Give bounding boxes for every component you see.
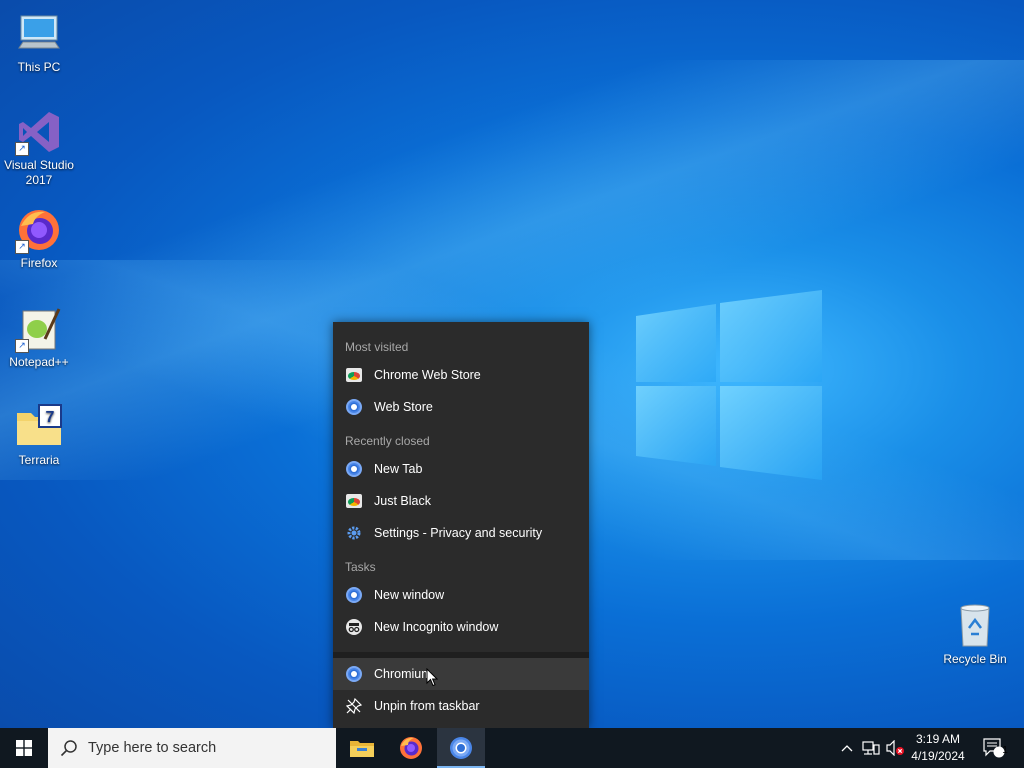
desktop-icon-label: Firefox bbox=[20, 256, 58, 270]
volume-tray-button[interactable] bbox=[884, 728, 906, 768]
network-icon bbox=[862, 741, 880, 755]
jump-list-item-settings-privacy[interactable]: Settings - Privacy and security bbox=[333, 517, 589, 549]
taskbar-clock[interactable]: 3:19 AM 4/19/2024 bbox=[904, 731, 972, 765]
clock-date: 4/19/2024 bbox=[911, 749, 965, 763]
jump-list-item-chromium[interactable]: Chromium bbox=[333, 658, 589, 690]
taskbar-chromium[interactable] bbox=[437, 728, 485, 768]
speaker-muted-icon bbox=[886, 740, 904, 756]
unpin-icon bbox=[345, 697, 363, 715]
jump-list-item-label: New Incognito window bbox=[374, 620, 499, 634]
desktop-icon-label: Notepad++ bbox=[9, 355, 69, 369]
firefox-icon: ↗ bbox=[15, 206, 63, 254]
search-box[interactable]: Type here to search bbox=[48, 728, 336, 768]
search-placeholder: Type here to search bbox=[88, 740, 217, 756]
chromium-icon bbox=[345, 398, 363, 416]
jump-list-item-chrome-web-store[interactable]: Chrome Web Store bbox=[333, 359, 589, 391]
start-button[interactable] bbox=[0, 728, 48, 768]
windows-logo-wallpaper bbox=[636, 290, 822, 480]
chromium-icon bbox=[345, 586, 363, 604]
jump-list-item-label: Chrome Web Store bbox=[374, 368, 481, 382]
jump-list-item-label: Web Store bbox=[374, 400, 433, 414]
desktop-icon-terraria[interactable]: 7 Terraria bbox=[1, 403, 77, 468]
search-icon bbox=[60, 740, 77, 757]
svg-text:7: 7 bbox=[46, 409, 55, 426]
desktop-icon-label: Recycle Bin bbox=[943, 652, 1007, 666]
chromium-icon bbox=[345, 665, 363, 683]
network-tray-button[interactable] bbox=[860, 728, 882, 768]
jump-list-item-new-window[interactable]: New window bbox=[333, 579, 589, 611]
web-store-icon bbox=[345, 492, 363, 510]
jump-list-item-label: Chromium bbox=[374, 667, 432, 681]
notepadpp-icon: ↗ bbox=[15, 305, 63, 353]
file-explorer-icon bbox=[350, 741, 374, 757]
jump-list-item-just-black[interactable]: Just Black bbox=[333, 485, 589, 517]
chevron-up-icon bbox=[841, 745, 853, 752]
jump-list-header-recently-closed: Recently closed bbox=[345, 434, 430, 448]
desktop-icon-firefox[interactable]: ↗ Firefox bbox=[1, 206, 77, 271]
desktop-icon-visual-studio[interactable]: ↗ Visual Studio 2017 bbox=[1, 108, 77, 188]
mouse-cursor-icon bbox=[426, 668, 438, 687]
desktop-icon-label: Terraria bbox=[18, 453, 60, 467]
taskbar: Type here to search 3:19 AM 4/19/2024 1 bbox=[0, 728, 1024, 768]
web-store-icon bbox=[345, 366, 363, 384]
jump-list-item-label: Just Black bbox=[374, 494, 431, 508]
folder-icon: 7 bbox=[15, 403, 63, 451]
chromium-icon bbox=[450, 737, 472, 759]
jump-list-header-most-visited: Most visited bbox=[345, 340, 409, 354]
clock-time: 3:19 AM bbox=[915, 732, 961, 746]
desktop-icon-this-pc[interactable]: This PC bbox=[1, 10, 77, 75]
jump-list-header-tasks: Tasks bbox=[345, 560, 376, 574]
firefox-icon bbox=[400, 737, 422, 759]
chromium-icon bbox=[345, 460, 363, 478]
jump-list-item-new-incognito-window[interactable]: New Incognito window bbox=[333, 611, 589, 643]
taskbar-file-explorer[interactable] bbox=[338, 728, 386, 768]
notification-count-badge: 1 bbox=[1002, 745, 1008, 756]
desktop-icon-recycle-bin[interactable]: Recycle Bin bbox=[937, 602, 1013, 667]
shortcut-arrow-icon: ↗ bbox=[15, 339, 29, 353]
windows-start-icon bbox=[16, 740, 32, 756]
jump-list-item-web-store[interactable]: Web Store bbox=[333, 391, 589, 423]
desktop-icon-label: Visual Studio 2017 bbox=[4, 158, 74, 187]
jump-list-item-new-tab[interactable]: New Tab bbox=[333, 453, 589, 485]
jump-list-item-label: Settings - Privacy and security bbox=[374, 526, 543, 540]
show-hidden-icons-button[interactable] bbox=[837, 728, 857, 768]
jump-list-item-unpin[interactable]: Unpin from taskbar bbox=[333, 690, 589, 722]
jump-list-item-label: New window bbox=[374, 588, 445, 602]
desktop-icon-label: This PC bbox=[17, 60, 61, 74]
jump-list-item-label: New Tab bbox=[374, 462, 423, 476]
computer-icon bbox=[15, 10, 63, 58]
jump-list-item-label: Unpin from taskbar bbox=[374, 699, 480, 713]
incognito-icon bbox=[345, 618, 363, 636]
shortcut-arrow-icon: ↗ bbox=[15, 142, 29, 156]
shortcut-arrow-icon: ↗ bbox=[15, 240, 29, 254]
action-center-button[interactable]: 1 bbox=[979, 728, 1009, 768]
taskbar-firefox[interactable] bbox=[387, 728, 435, 768]
recycle-bin-icon bbox=[951, 602, 999, 650]
gear-icon bbox=[345, 524, 363, 542]
chromium-jump-list: Most visited Chrome Web Store Web Store … bbox=[333, 322, 589, 728]
desktop-icon-notepadpp[interactable]: ↗ Notepad++ bbox=[1, 305, 77, 370]
visual-studio-icon: ↗ bbox=[15, 108, 63, 156]
